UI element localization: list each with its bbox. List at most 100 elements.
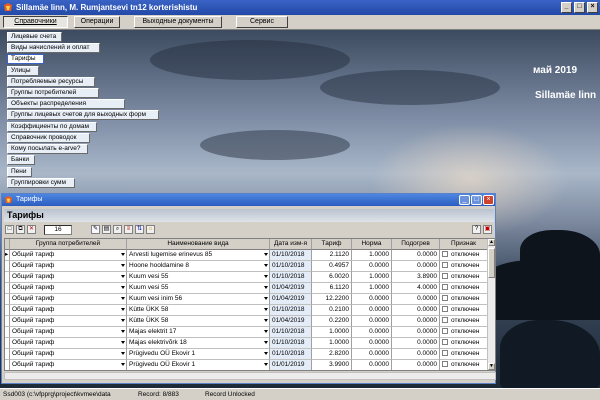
grid-cell[interactable]: 01/10/2018	[270, 327, 312, 338]
grid-cell[interactable]: Общий тариф	[10, 305, 127, 316]
chevron-down-icon[interactable]	[121, 297, 125, 300]
table-row[interactable]: Общий тариф Kütte ÜKK 58 01/10/2018 0.2100 0…	[5, 305, 488, 316]
grid-cell[interactable]: 0.0000	[392, 305, 440, 316]
grid-cell[interactable]: отключен	[440, 272, 488, 283]
child-close-button[interactable]: ×	[483, 195, 494, 205]
grid-cell[interactable]: 0.0000	[392, 316, 440, 327]
grid-cell[interactable]: 6.0020	[312, 272, 352, 283]
flag-checkbox[interactable]	[442, 317, 448, 324]
chevron-down-icon[interactable]	[121, 319, 125, 322]
chevron-down-icon[interactable]	[121, 341, 125, 344]
grid-cell[interactable]: 0.0000	[352, 316, 392, 327]
left-menu-accounts[interactable]: Лицевые счета	[7, 32, 62, 42]
scroll-thumb[interactable]	[488, 248, 495, 278]
grid-cell[interactable]: 4.0000	[392, 283, 440, 294]
grid-cell[interactable]: 01/10/2018	[270, 272, 312, 283]
grid-cell[interactable]: 0.0000	[352, 338, 392, 349]
grid-horizontal-scrollbar[interactable]	[4, 372, 496, 380]
table-row[interactable]: Общий тариф Majas elektrit 17 01/10/2018 1.…	[5, 327, 488, 338]
grid-cell[interactable]: Hoone hooldamine 8	[127, 261, 270, 272]
left-menu-account-groups[interactable]: Группы лицевых счетов для выходных форм	[7, 110, 159, 120]
grid-cell[interactable]: 0.0000	[352, 305, 392, 316]
grid-cell[interactable]: Prügivedu OÜ Ekovir 1	[127, 349, 270, 360]
flag-checkbox[interactable]	[442, 361, 448, 368]
grid-cell[interactable]: 01/04/2019	[270, 294, 312, 305]
grid-cell[interactable]: Kütte ÜKK 58	[127, 316, 270, 327]
tariffs-window-titlebar[interactable]: Тарифы _ □ ×	[2, 194, 495, 206]
left-menu-tariffs[interactable]: Тарифы	[7, 54, 44, 64]
grid-cell[interactable]: отключен	[440, 283, 488, 294]
grid-cell[interactable]: 1.0000	[352, 272, 392, 283]
table-row[interactable]: Общий тариф Kütte ÜKK 58 01/04/2019 0.2200 0…	[5, 316, 488, 327]
chevron-down-icon[interactable]	[264, 253, 268, 256]
copy-record-icon[interactable]: ⧉	[16, 225, 25, 234]
flag-checkbox[interactable]	[442, 339, 448, 346]
grid-cell[interactable]: 01/10/2018	[270, 305, 312, 316]
grid-cell[interactable]: 12.2200	[312, 294, 352, 305]
save-icon[interactable]: ▤	[102, 225, 111, 234]
grid-cell[interactable]: 0.0000	[352, 327, 392, 338]
exit-icon[interactable]: ▣	[483, 225, 492, 234]
chevron-down-icon[interactable]	[264, 264, 268, 267]
chevron-down-icon[interactable]	[264, 275, 268, 278]
left-menu-house-coefficients[interactable]: Коэффициенты по домам	[7, 122, 97, 132]
flag-checkbox[interactable]	[442, 273, 448, 280]
grid-cell[interactable]: 0.0000	[392, 261, 440, 272]
grid-cell[interactable]: 01/10/2018	[270, 349, 312, 360]
chevron-down-icon[interactable]	[121, 352, 125, 355]
table-row[interactable]: Общий тариф Hoone hooldamine 8 01/10/2018 0…	[5, 261, 488, 272]
grid-cell[interactable]: отключен	[440, 316, 488, 327]
grid-cell[interactable]: 0.0000	[352, 349, 392, 360]
grid-cell[interactable]: 0.0000	[352, 261, 392, 272]
chevron-down-icon[interactable]	[264, 363, 268, 366]
grid-cell[interactable]: отключен	[440, 327, 488, 338]
chevron-down-icon[interactable]	[121, 330, 125, 333]
grid-cell[interactable]: Arvesti lugemise erinevus 85	[127, 250, 270, 261]
left-menu-distribution-objects[interactable]: Объекты распределения	[7, 99, 125, 109]
grid-cell[interactable]: 0.0000	[392, 327, 440, 338]
grid-cell[interactable]: 0.2100	[312, 305, 352, 316]
menu-service[interactable]: Сервис	[236, 16, 288, 28]
grid-cell[interactable]: Общий тариф	[10, 261, 127, 272]
grid-cell[interactable]: 1.0000	[312, 327, 352, 338]
grid-cell[interactable]: Общий тариф	[10, 316, 127, 327]
grid-cell[interactable]: 01/10/2018	[270, 338, 312, 349]
grid-cell[interactable]: Общий тариф	[10, 338, 127, 349]
chevron-down-icon[interactable]	[264, 286, 268, 289]
grid-cell[interactable]: 1.0000	[312, 338, 352, 349]
grid-cell[interactable]: Общий тариф	[10, 283, 127, 294]
chevron-down-icon[interactable]	[264, 297, 268, 300]
grid-cell[interactable]: Общий тариф	[10, 272, 127, 283]
flag-checkbox[interactable]	[442, 262, 448, 269]
hint-icon[interactable]: ☼	[146, 225, 155, 234]
maximize-button[interactable]: □	[574, 2, 585, 13]
grid-cell[interactable]: Kuum vesi 55	[127, 272, 270, 283]
chevron-down-icon[interactable]	[121, 286, 125, 289]
table-row[interactable]: Общий тариф Kuum vesi 55 01/04/2019 6.1120 1…	[5, 283, 488, 294]
grid-cell[interactable]: Majas elektrit 17	[127, 327, 270, 338]
new-record-icon[interactable]: □	[5, 225, 14, 234]
grid-cell[interactable]: 2.8200	[312, 349, 352, 360]
column-header[interactable]: Наименование вида	[127, 239, 270, 250]
sort-icon[interactable]: ⇅	[135, 225, 144, 234]
grid-cell[interactable]: Общий тариф	[10, 250, 127, 261]
grid-cell[interactable]: 01/04/2019	[270, 316, 312, 327]
child-maximize-button[interactable]: □	[471, 195, 482, 205]
grid-cell[interactable]: 01/10/2018	[270, 261, 312, 272]
left-menu-resources[interactable]: Потребляемые ресурсы	[7, 77, 95, 87]
column-header[interactable]: Подогрев	[392, 239, 440, 250]
grid-cell[interactable]: отключен	[440, 349, 488, 360]
minimize-button[interactable]: _	[561, 2, 572, 13]
left-menu-banks[interactable]: Банки	[7, 155, 35, 165]
grid-cell[interactable]: 0.0000	[352, 360, 392, 370]
left-menu-consumer-groups[interactable]: Группы потребителей	[7, 88, 99, 98]
grid-vertical-scrollbar[interactable]: ▲ ▼	[487, 239, 495, 370]
child-minimize-button[interactable]: _	[459, 195, 470, 205]
grid-cell[interactable]: Общий тариф	[10, 349, 127, 360]
grid-cell[interactable]: 1.0000	[352, 250, 392, 261]
flag-checkbox[interactable]	[442, 295, 448, 302]
chevron-down-icon[interactable]	[121, 264, 125, 267]
column-header[interactable]: Группа потребителей	[10, 239, 127, 250]
scroll-down-icon[interactable]: ▼	[488, 363, 495, 370]
chevron-down-icon[interactable]	[264, 352, 268, 355]
